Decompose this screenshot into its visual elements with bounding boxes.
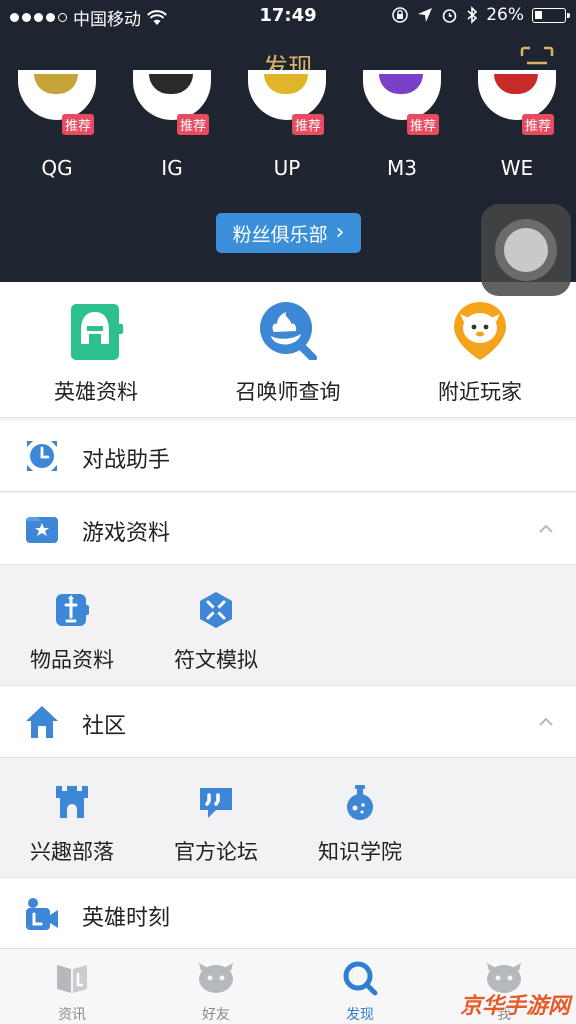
official-forum-link[interactable]: 官方论坛 xyxy=(144,758,288,878)
fans-club-button[interactable]: 粉丝俱乐部 › xyxy=(216,213,361,253)
quick-links: 英雄资料 召唤师查询 附近玩家 xyxy=(0,282,576,418)
interest-tribe-label: 兴趣部落 xyxy=(30,840,114,864)
chevron-up-icon[interactable] xyxy=(538,714,554,730)
game-data-row[interactable]: 游戏资料 xyxy=(0,493,576,565)
nearby-players-label: 附近玩家 xyxy=(438,380,522,404)
rune-icon xyxy=(200,592,232,628)
team-name: IG xyxy=(161,156,183,180)
rotation-lock-icon xyxy=(392,7,408,23)
item-data-label: 物品资料 xyxy=(30,648,114,672)
team-name: M3 xyxy=(387,156,417,180)
rune-sim-link[interactable]: 符文模拟 xyxy=(144,566,288,686)
tab-friends-label: 好友 xyxy=(202,1007,230,1023)
battery-icon xyxy=(532,7,570,23)
news-icon xyxy=(57,965,87,993)
assistive-touch-button[interactable] xyxy=(481,204,571,296)
tab-news-label: 资讯 xyxy=(58,1007,86,1023)
battle-assistant-label: 对战助手 xyxy=(82,448,171,473)
chevron-up-icon[interactable] xyxy=(538,521,554,537)
location-icon xyxy=(418,8,433,22)
hero-moments-row[interactable]: 英雄时刻 xyxy=(0,878,576,950)
interest-tribe-link[interactable]: 兴趣部落 xyxy=(0,758,144,878)
battle-assistant-row[interactable]: 对战助手 xyxy=(0,420,576,492)
team-card[interactable]: 推荐 IG xyxy=(133,70,213,183)
summoner-search-icon xyxy=(260,302,317,360)
recommend-badge: 推荐 xyxy=(292,114,325,135)
game-data-label: 游戏资料 xyxy=(82,521,171,546)
video-camera-icon xyxy=(26,898,58,930)
team-logo xyxy=(478,70,556,120)
team-card[interactable]: 推荐 WE xyxy=(478,70,558,183)
team-card[interactable]: 推荐 M3 xyxy=(363,70,443,183)
team-logo xyxy=(248,70,326,120)
team-name: WE xyxy=(500,156,534,180)
community-submenu: 兴趣部落 官方论坛 知识学院 xyxy=(0,758,576,878)
summoner-search-link[interactable]: 召唤师查询 xyxy=(192,282,384,418)
team-card[interactable]: 推荐 QG xyxy=(18,70,98,183)
status-bar: 中国移动 17:49 26% xyxy=(0,0,576,32)
team-card[interactable]: 推荐 UP xyxy=(248,70,328,183)
home-icon xyxy=(26,706,58,738)
fans-club-label: 粉丝俱乐部 xyxy=(232,223,328,246)
tab-discover[interactable]: 发现 xyxy=(288,949,432,1024)
battery-percent: 26% xyxy=(486,5,524,25)
recommend-badge: 推荐 xyxy=(407,114,440,135)
game-data-submenu: 物品资料 符文模拟 xyxy=(0,566,576,686)
team-logo xyxy=(363,70,441,120)
official-forum-label: 官方论坛 xyxy=(174,840,258,864)
recommend-badge: 推荐 xyxy=(177,114,210,135)
alarm-clock-icon xyxy=(27,441,57,471)
game-data-icon xyxy=(26,517,58,543)
community-row[interactable]: 社区 xyxy=(0,686,576,758)
academy-icon xyxy=(347,785,373,820)
recommend-badge: 推荐 xyxy=(522,114,555,135)
item-data-link[interactable]: 物品资料 xyxy=(0,566,144,686)
team-logo xyxy=(133,70,211,120)
academy-link[interactable]: 知识学院 xyxy=(288,758,432,878)
alarm-icon xyxy=(442,8,457,23)
hero-data-link[interactable]: 英雄资料 xyxy=(0,282,192,418)
academy-label: 知识学院 xyxy=(318,840,402,864)
tab-discover-label: 发现 xyxy=(346,1007,374,1023)
forum-icon xyxy=(200,788,232,818)
team-name: QG xyxy=(41,156,73,180)
hero-helmet-icon xyxy=(71,304,123,360)
team-name: UP xyxy=(273,156,301,180)
summoner-search-label: 召唤师查询 xyxy=(235,380,341,404)
hero-data-label: 英雄资料 xyxy=(54,380,138,404)
friends-icon xyxy=(199,963,233,993)
community-label: 社区 xyxy=(82,714,127,739)
item-icon xyxy=(56,594,89,626)
recommend-badge: 推荐 xyxy=(62,114,95,135)
bluetooth-icon xyxy=(467,6,478,24)
rune-sim-label: 符文模拟 xyxy=(174,648,258,672)
nearby-players-link[interactable]: 附近玩家 xyxy=(384,282,576,418)
tab-friends[interactable]: 好友 xyxy=(144,949,288,1024)
watermark: 京华手游网 xyxy=(459,994,570,1019)
tribe-icon xyxy=(56,786,88,818)
team-logo xyxy=(18,70,96,120)
nearby-player-icon xyxy=(454,302,506,360)
hero-moments-label: 英雄时刻 xyxy=(82,906,171,931)
chevron-right-icon: › xyxy=(335,220,345,245)
team-carousel[interactable]: 推荐 QG 推荐 IG 推荐 UP 推荐 M3 推荐 WE xyxy=(0,70,576,183)
tab-news[interactable]: 资讯 xyxy=(0,949,144,1024)
discover-icon xyxy=(343,961,378,996)
